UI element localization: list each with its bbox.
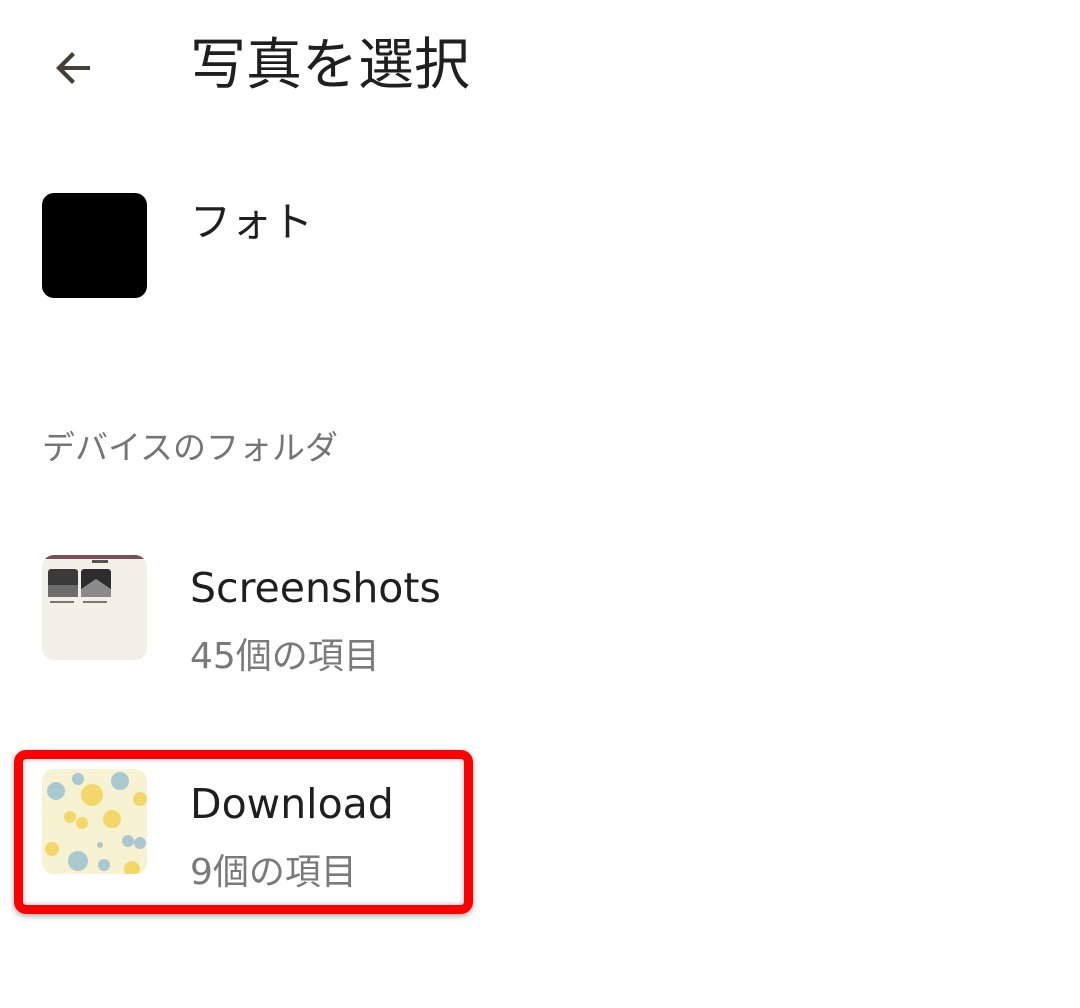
folder-row-download[interactable]: Download 9個の項目 [0,766,1080,896]
arrow-back-icon [56,52,90,84]
folder-title: Download [190,780,394,828]
page-title: 写真を選択 [190,33,470,98]
folder-row-screenshots[interactable]: Screenshots 45個の項目 [0,552,1080,692]
photos-app-row[interactable]: フォト [0,190,1080,302]
photo-picker-screen: 写真を選択 フォト デバイスのフォルダ Screenshots 45個の項目 D… [0,0,1080,1008]
folder-item-count: 45個の項目 [190,636,380,677]
fruit-pattern-thumbnail [42,769,147,874]
folder-item-count: 9個の項目 [190,852,357,893]
back-button[interactable] [30,24,118,112]
folder-title: Screenshots [190,564,441,612]
photos-thumbnail [42,193,147,298]
screenshots-thumbnail [42,555,147,660]
photos-row-title: フォト [190,198,313,246]
device-folders-header: デバイスのフォルダ [42,428,339,467]
